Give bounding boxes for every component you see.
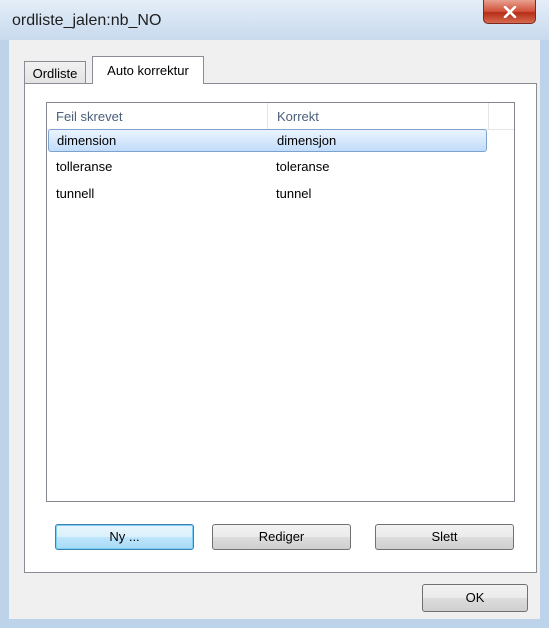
list-item[interactable]: tolleranse toleranse: [48, 156, 487, 179]
close-button[interactable]: [483, 0, 536, 24]
correct-word: dimensjon: [277, 133, 337, 148]
wrong-word: tolleranse: [56, 159, 113, 174]
delete-button[interactable]: Slett: [375, 524, 514, 550]
list-item[interactable]: dimension dimensjon: [48, 129, 487, 152]
correction-list[interactable]: Feil skrevet Korrekt dimension dimensjon…: [46, 102, 515, 502]
column-header-feil-skrevet[interactable]: Feil skrevet: [47, 103, 268, 129]
new-button[interactable]: Ny ...: [55, 524, 194, 550]
wrong-word: tunnell: [56, 186, 95, 201]
column-header-filler: [489, 103, 514, 129]
dialog-client-area: Ordliste Auto korrektur Feil skrevet Kor…: [9, 40, 540, 619]
list-item[interactable]: tunnell tunnel: [48, 183, 487, 206]
correct-word: tunnel: [276, 186, 312, 201]
correct-word: toleranse: [276, 159, 330, 174]
ok-button[interactable]: OK: [422, 584, 528, 612]
list-header: Feil skrevet Korrekt: [47, 103, 514, 130]
edit-button[interactable]: Rediger: [212, 524, 351, 550]
tab-ordliste[interactable]: Ordliste: [24, 61, 86, 83]
window-title: ordliste_jalen:nb_NO: [12, 12, 162, 29]
auto-korrektur-panel: Feil skrevet Korrekt dimension dimensjon…: [24, 83, 537, 573]
wrong-word: dimension: [57, 133, 117, 148]
column-header-korrekt[interactable]: Korrekt: [268, 103, 489, 129]
title-bar[interactable]: ordliste_jalen:nb_NO: [0, 0, 549, 40]
close-icon: [503, 5, 516, 18]
tab-auto-korrektur[interactable]: Auto korrektur: [92, 56, 204, 84]
